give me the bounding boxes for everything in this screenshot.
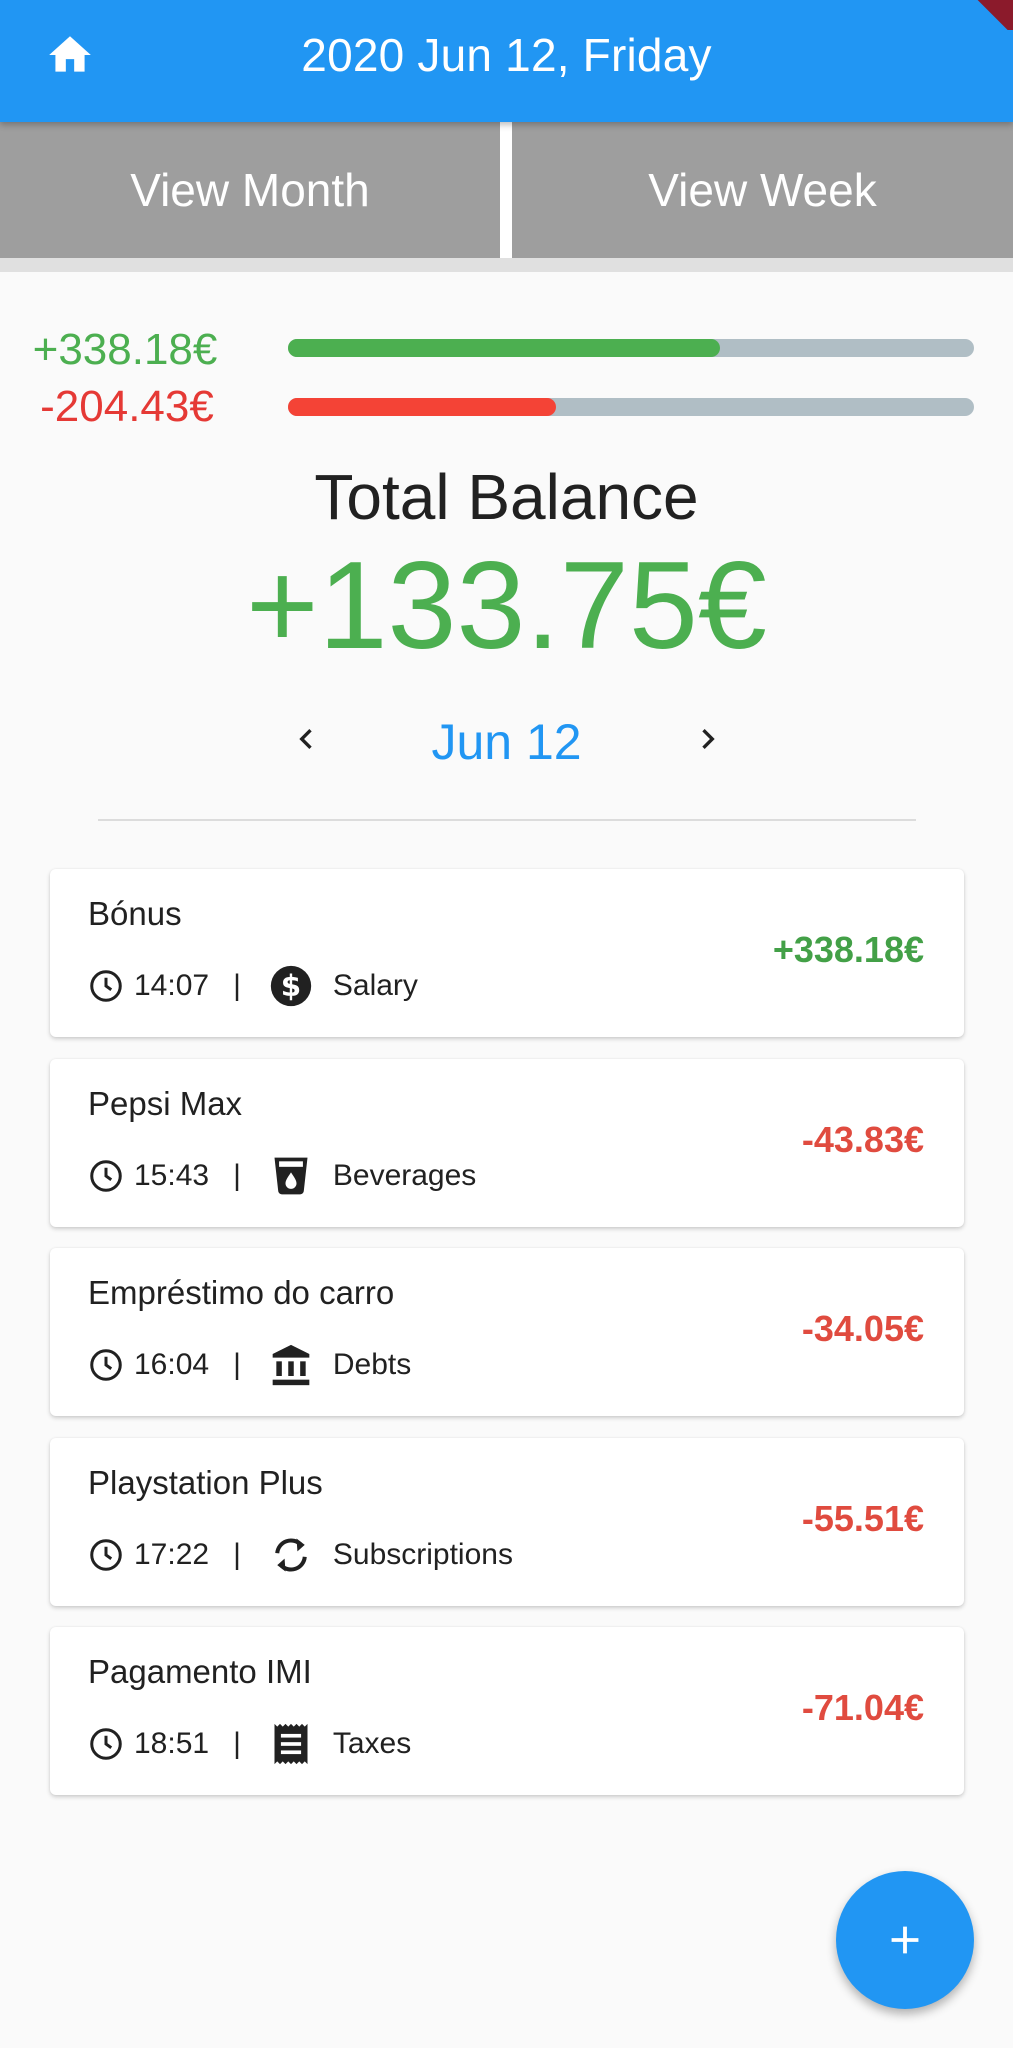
clock-icon	[90, 970, 122, 1002]
transaction-card[interactable]: Bónus 14:07 | $ Salary +338.18€	[50, 869, 964, 1037]
expense-progress-bar	[288, 398, 974, 416]
current-date[interactable]: Jun 12	[0, 713, 1013, 771]
transaction-amount: -34.05€	[801, 1308, 924, 1349]
transaction-meta: 17:22 | Subscriptions	[88, 1533, 513, 1577]
transaction-time: 17:22	[134, 1538, 210, 1571]
transaction-card[interactable]: Pepsi Max 15:43 | Beverages -43.83€	[50, 1059, 964, 1227]
tab-divider	[500, 122, 512, 258]
clock-icon	[90, 1160, 122, 1192]
transaction-meta: 16:04 | Debts	[88, 1343, 411, 1387]
view-month-button[interactable]: View Month	[0, 122, 500, 258]
transaction-meta: 18:51 | Taxes	[88, 1722, 411, 1766]
chevron-right-icon[interactable]	[688, 717, 728, 761]
meta-separator: |	[233, 1348, 241, 1381]
plus-icon	[891, 1926, 919, 1954]
transaction-meta: 15:43 | Beverages	[88, 1154, 476, 1198]
transaction-card[interactable]: Playstation Plus 17:22 | Subscriptions -…	[50, 1438, 964, 1606]
meta-separator: |	[233, 1159, 241, 1192]
transaction-card[interactable]: Empréstimo do carro 16:04 | Debts -34.05…	[50, 1248, 964, 1416]
transaction-time: 16:04	[134, 1348, 210, 1381]
expense-summary: -204.43€	[0, 382, 1013, 438]
transaction-card[interactable]: Pagamento IMI 18:51 | Taxes -71.04€	[50, 1627, 964, 1795]
debug-banner	[953, 0, 1013, 30]
transaction-category: Debts	[332, 1348, 412, 1381]
page-title: 2020 Jun 12, Friday	[301, 29, 712, 81]
income-amount: +338.18€	[32, 325, 218, 374]
transaction-amount: +338.18€	[772, 929, 924, 970]
meta-separator: |	[233, 1727, 241, 1760]
transaction-time: 15:43	[134, 1159, 210, 1192]
section-divider	[98, 819, 916, 821]
transaction-name: Empréstimo do carro	[88, 1274, 395, 1311]
income-progress-bar	[288, 339, 974, 357]
transaction-time: 18:51	[134, 1727, 210, 1760]
transaction-amount: -55.51€	[801, 1498, 924, 1539]
transaction-meta: 14:07 | $ Salary	[88, 964, 418, 1008]
clock-icon	[90, 1349, 122, 1381]
meta-separator: |	[233, 969, 241, 1002]
app-bar: 2020 Jun 12, Friday	[0, 0, 1013, 122]
tabs-shadow	[0, 258, 1013, 272]
clock-icon	[90, 1728, 122, 1760]
transaction-category: Subscriptions	[332, 1538, 513, 1571]
bank-icon	[272, 1344, 310, 1386]
date-navigator: Jun 12	[0, 705, 1013, 775]
dollar-circle-icon: $	[270, 965, 312, 1007]
cup-icon	[274, 1157, 308, 1195]
transaction-name: Playstation Plus	[88, 1464, 323, 1501]
transaction-name: Pepsi Max	[88, 1085, 243, 1122]
svg-text:$: $	[281, 969, 301, 1003]
transaction-name: Bónus	[88, 895, 182, 932]
add-transaction-button[interactable]	[836, 1871, 974, 2009]
transaction-time: 14:07	[134, 969, 210, 1002]
transaction-category: Beverages	[332, 1159, 477, 1192]
total-balance-value: +133.75€	[246, 537, 767, 675]
transaction-amount: -71.04€	[801, 1687, 924, 1728]
total-balance-label: Total Balance	[314, 461, 699, 533]
transaction-name: Pagamento IMI	[88, 1653, 312, 1690]
app-screen: 2020 Jun 12, Friday View Month View Week…	[0, 0, 1013, 2048]
receipt-icon	[274, 1723, 308, 1765]
expense-progress-fill	[288, 398, 556, 416]
expense-amount: -204.43€	[40, 382, 214, 431]
income-progress-fill	[288, 339, 721, 357]
meta-separator: |	[233, 1538, 241, 1571]
transaction-category: Taxes	[332, 1727, 412, 1760]
view-week-button[interactable]: View Week	[512, 122, 1013, 258]
view-switcher: View Month View Week	[0, 122, 1013, 258]
sync-icon	[275, 1538, 307, 1572]
clock-icon	[90, 1539, 122, 1571]
transaction-amount: -43.83€	[801, 1119, 924, 1160]
income-summary: +338.18€	[0, 325, 1013, 381]
transaction-category: Salary	[332, 969, 418, 1002]
